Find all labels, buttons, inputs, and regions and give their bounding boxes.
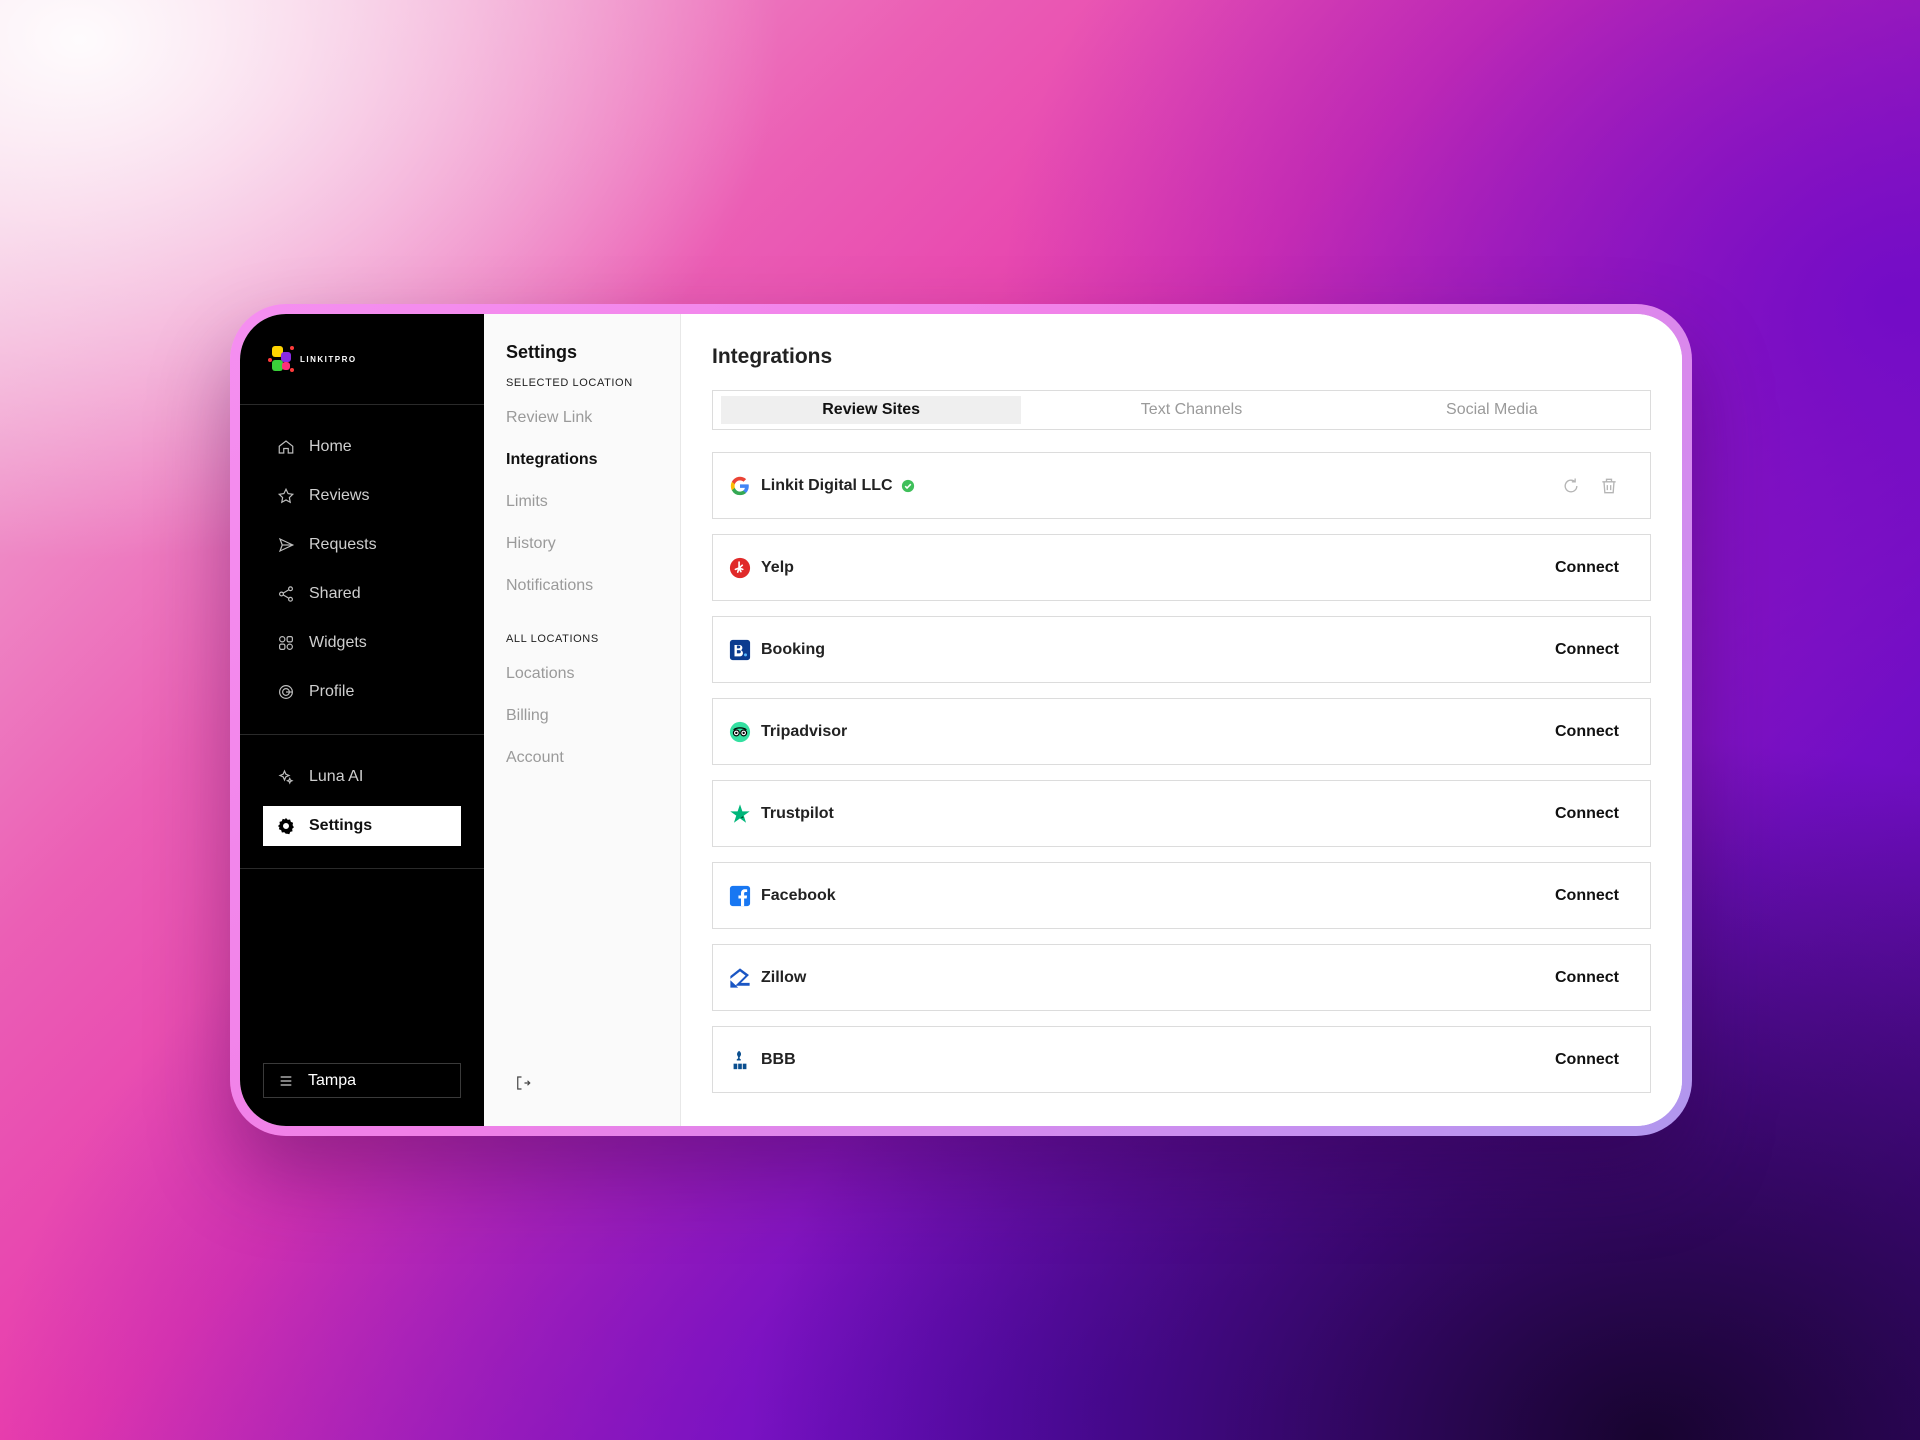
settings-nav: Settings SELECTED LOCATION Review Link I… [484,314,681,1126]
integration-card-booking: Booking Connect [712,616,1651,683]
widgets-icon [279,636,293,650]
primary-nav: Home Reviews Requests Shared Widgets Pro… [240,405,484,735]
integration-name: Linkit Digital LLC [761,476,893,494]
sidebar-item-shared[interactable]: Shared [263,574,461,614]
settings-item-history[interactable]: History [506,523,658,565]
profile-icon [279,685,293,699]
sidebar-item-label: Widgets [309,634,367,651]
connect-trustpilot-button[interactable]: Connect [1555,805,1619,823]
app-window: LINKITPRO Home Reviews Requests Shared W… [240,314,1682,1126]
main-content: Integrations Review Sites Text Channels … [681,314,1682,1126]
send-icon [278,537,295,553]
tab-social-media[interactable]: Social Media [1342,396,1642,424]
refresh-icon[interactable] [1561,476,1581,496]
integration-name: Tripadvisor [761,722,848,740]
trash-icon[interactable] [1599,476,1619,496]
settings-title: Settings [506,342,578,362]
integration-card-google: Linkit Digital LLC [712,452,1651,519]
page-title: Integrations [712,345,833,368]
trustpilot-icon [729,803,751,825]
star-icon [277,487,295,504]
location-label: Tampa [308,1071,357,1089]
integration-card-yelp: Yelp Connect [712,534,1651,601]
share-icon [279,586,293,602]
integration-card-trustpilot: Trustpilot Connect [712,780,1651,847]
settings-item-notifications[interactable]: Notifications [506,565,658,607]
integration-name: Facebook [761,886,836,904]
settings-item-locations[interactable]: Locations [506,653,658,695]
facebook-icon [729,885,751,907]
sidebar-item-requests[interactable]: Requests [263,525,461,565]
bbb-icon [729,1049,751,1071]
home-icon [278,440,294,454]
sidebar-item-profile[interactable]: Profile [263,672,461,712]
connect-yelp-button[interactable]: Connect [1555,559,1619,577]
tripadvisor-icon [729,721,751,743]
connect-zillow-button[interactable]: Connect [1555,969,1619,987]
connect-facebook-button[interactable]: Connect [1555,887,1619,905]
integration-card-facebook: Facebook Connect [712,862,1651,929]
settings-item-account[interactable]: Account [506,737,658,779]
sidebar-item-widgets[interactable]: Widgets [263,623,461,663]
sidebar-item-label: Shared [309,585,361,602]
sidebar-item-label: Luna AI [309,768,364,785]
sparkle-icon [278,769,294,785]
sidebar-item-label: Profile [309,683,355,700]
integration-tabs: Review Sites Text Channels Social Media [712,390,1651,430]
google-icon [729,475,751,497]
connect-booking-button[interactable]: Connect [1555,641,1619,659]
settings-item-review-link[interactable]: Review Link [506,397,658,439]
integration-card-bbb: BBB Connect [712,1026,1651,1093]
logo-text: LINKITPRO [300,354,357,364]
card-actions [1561,476,1619,496]
sidebar-item-home[interactable]: Home [263,427,461,467]
brand-logo[interactable]: LINKITPRO [268,344,357,374]
connect-tripadvisor-button[interactable]: Connect [1555,723,1619,741]
settings-item-limits[interactable]: Limits [506,481,658,523]
integration-name: BBB [761,1050,796,1068]
verified-check-icon [901,479,914,492]
sidebar-item-settings[interactable]: Settings [263,806,461,846]
sidebar: LINKITPRO Home Reviews Requests Shared W… [240,314,484,1126]
location-selector[interactable]: Tampa [263,1063,461,1098]
selected-location-heading: SELECTED LOCATION [506,377,633,389]
all-locations-heading: ALL LOCATIONS [506,633,599,645]
sidebar-item-label: Reviews [309,487,370,504]
logout-icon [517,1076,531,1090]
integration-name: Zillow [761,968,807,986]
integration-card-zillow: Zillow Connect [712,944,1651,1011]
menu-icon [280,1075,292,1086]
integration-name: Booking [761,640,825,658]
sidebar-item-label: Requests [309,536,377,553]
tab-text-channels[interactable]: Text Channels [1041,396,1341,424]
sidebar-item-label: Home [309,438,352,455]
sidebar-item-reviews[interactable]: Reviews [263,476,461,516]
connect-bbb-button[interactable]: Connect [1555,1051,1619,1069]
logo-mark-icon [268,344,294,374]
settings-item-billing[interactable]: Billing [506,695,658,737]
sidebar-item-label: Settings [309,817,373,834]
logo-area: LINKITPRO [240,314,484,405]
gear-icon [277,817,294,835]
zillow-icon [729,967,751,989]
tab-review-sites[interactable]: Review Sites [721,396,1022,424]
integration-name: Yelp [761,558,794,576]
booking-icon [729,639,751,661]
secondary-nav: Luna AI Settings [240,735,484,869]
yelp-icon [729,557,751,579]
sidebar-item-luna-ai[interactable]: Luna AI [263,757,461,797]
integration-name: Trustpilot [761,804,834,822]
settings-item-integrations[interactable]: Integrations [506,439,658,481]
logout-button[interactable] [514,1074,532,1092]
integration-card-tripadvisor: Tripadvisor Connect [712,698,1651,765]
